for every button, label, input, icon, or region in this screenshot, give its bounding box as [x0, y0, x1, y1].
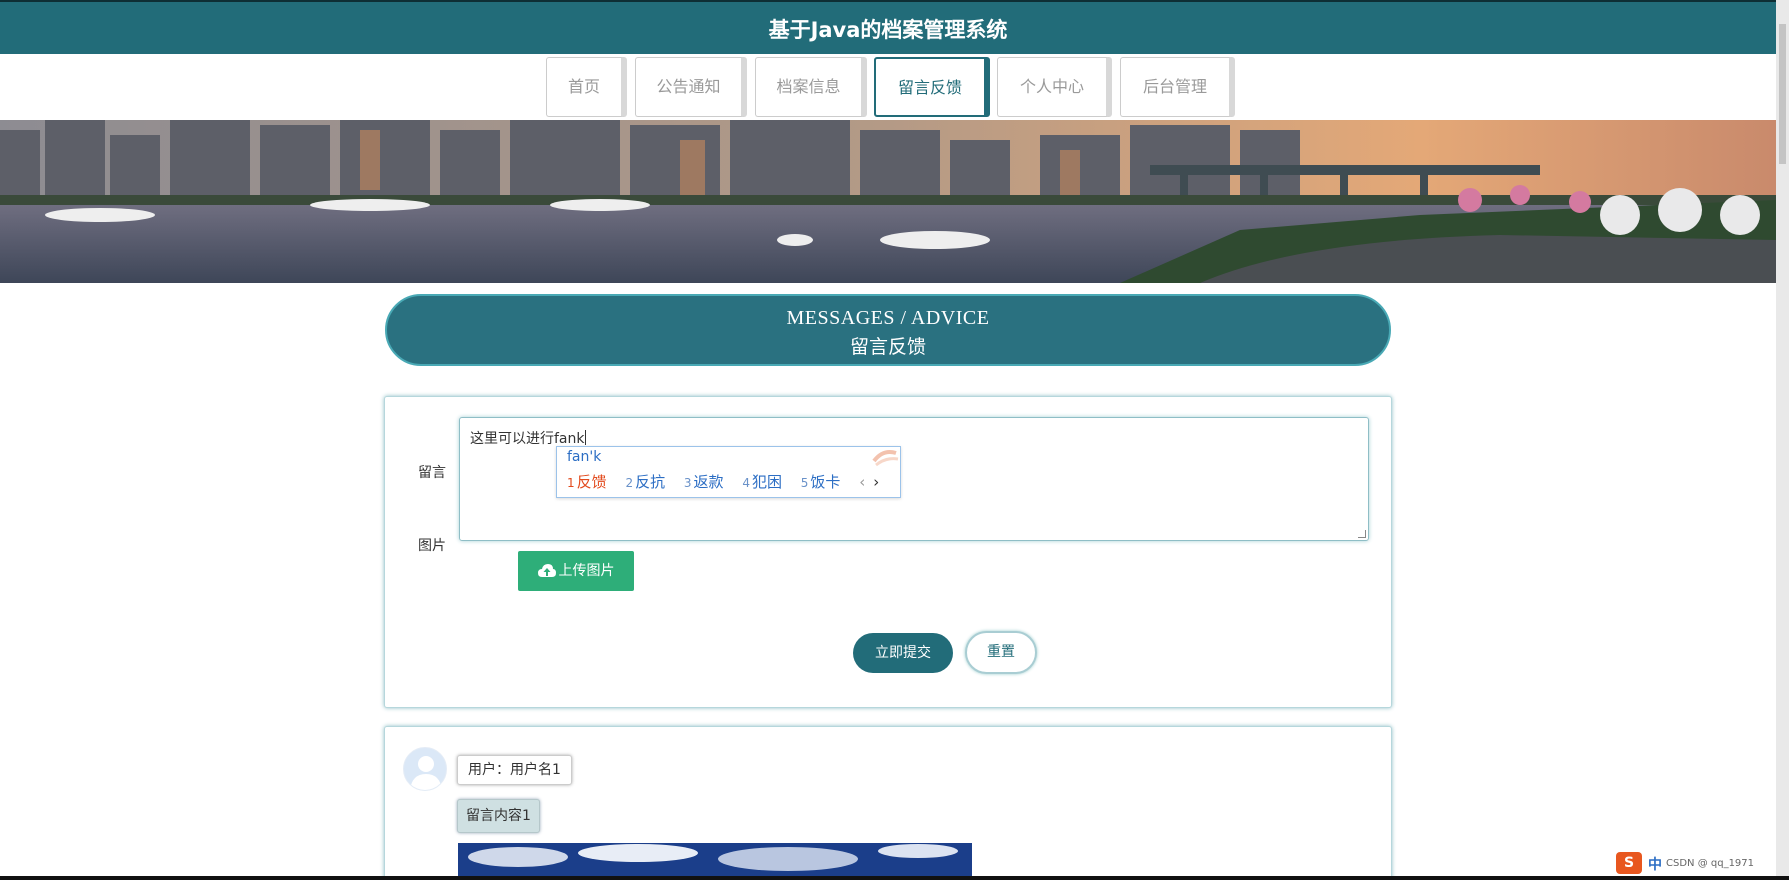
nav-item-notices[interactable]: 公告通知: [635, 57, 747, 117]
nav-item-profile[interactable]: 个人中心: [997, 57, 1112, 117]
ime-candidate-popup: fan'k 1 反馈 2 反抗 3 返款 4 犯困 5 饭卡 ‹ ›: [556, 446, 901, 498]
section-title-cn: 留言反馈: [849, 336, 926, 358]
banner-image: [0, 120, 1776, 283]
sogou-ime-icon[interactable]: S: [1616, 852, 1642, 874]
image-label: 图片: [418, 538, 446, 554]
main-nav: 首页 公告通知 档案信息 留言反馈 个人中心 后台管理: [0, 57, 1776, 117]
nav-item-home[interactable]: 首页: [546, 57, 627, 117]
user-avatar-icon: [410, 756, 442, 790]
ime-candidate-5[interactable]: 5 饭卡: [801, 473, 841, 491]
ime-prev-icon[interactable]: ‹: [859, 473, 865, 491]
cloud-upload-icon: [537, 564, 556, 577]
reset-button[interactable]: 重置: [965, 631, 1037, 674]
message-label: 留言: [418, 465, 446, 481]
watermark-text: CSDN @ qq_1971: [1666, 858, 1755, 869]
ime-composition: fan'k: [567, 449, 602, 465]
ime-candidate-4[interactable]: 4 犯困: [742, 473, 782, 491]
scrollbar-thumb[interactable]: [1779, 24, 1786, 164]
nav-item-archives[interactable]: 档案信息: [755, 57, 867, 117]
message-item: 用户：用户名1 留言内容1: [384, 726, 1392, 880]
ime-next-icon[interactable]: ›: [873, 473, 879, 491]
text-caret: [584, 430, 586, 445]
app-title: 基于Java的档案管理系统: [0, 0, 1776, 54]
upload-image-label: 上传图片: [558, 563, 615, 579]
resize-handle-icon[interactable]: [1358, 530, 1366, 538]
message-text: 这里可以进行fank: [470, 431, 585, 447]
upload-image-button[interactable]: 上传图片: [518, 551, 634, 591]
ime-candidate-2[interactable]: 2 反抗: [625, 473, 665, 491]
nav-item-messages[interactable]: 留言反馈: [874, 57, 990, 117]
system-tray: S 中 CSDN @ qq_1971: [1616, 850, 1776, 876]
ime-lang-indicator[interactable]: 中: [1648, 854, 1662, 874]
section-title: MESSAGES / ADVICE 留言反馈: [385, 294, 1391, 366]
ime-candidate-1[interactable]: 1 反馈: [567, 473, 607, 491]
page: 基于Java的档案管理系统 首页 公告通知 档案信息 留言反馈 个人中心 后台管…: [0, 0, 1789, 880]
bottom-edge: [0, 876, 1789, 880]
message-user: 用户：用户名1: [457, 755, 572, 785]
ime-candidate-3[interactable]: 3 返款: [684, 473, 724, 491]
section-title-en: MESSAGES / ADVICE: [786, 307, 990, 329]
avatar: [403, 747, 447, 791]
sogou-logo-icon: [872, 450, 899, 467]
nav-item-admin[interactable]: 后台管理: [1120, 57, 1235, 117]
message-form: 留言 这里可以进行fank Ｉ fan'k 1反馈 2反抗 3返款 4犯困 5饭…: [384, 396, 1392, 708]
message-image: [458, 843, 972, 880]
submit-button[interactable]: 立即提交: [853, 633, 953, 673]
message-content: 留言内容1: [457, 799, 540, 833]
page-scrollbar[interactable]: [1776, 0, 1789, 876]
